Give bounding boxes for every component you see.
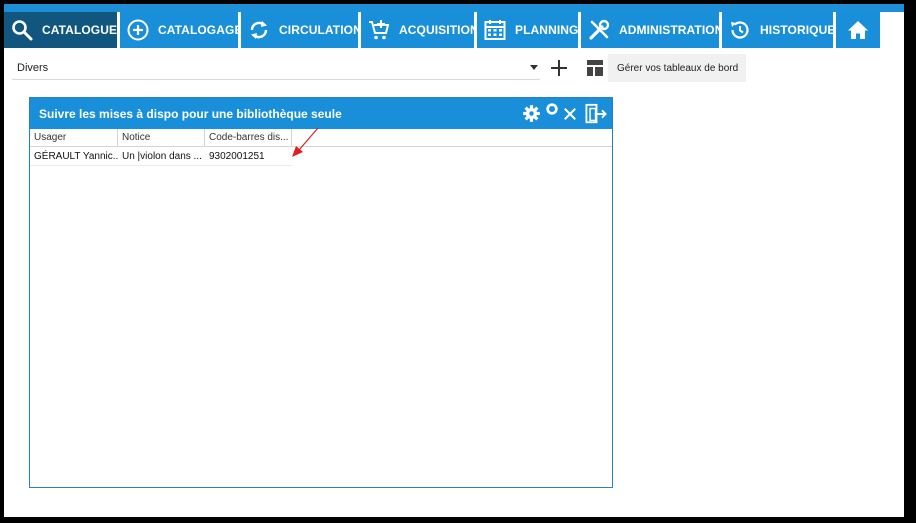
refresh-icon [250, 21, 268, 39]
top-strip [4, 4, 904, 12]
cell-notice: Un |violon dans ... [118, 147, 205, 166]
nav-label: CATALOGUE [42, 23, 118, 37]
nav-label: ADMINISTRATION [619, 23, 724, 37]
nav-administration[interactable]: ADMINISTRATION [581, 12, 723, 48]
plus-circle-icon [127, 19, 149, 41]
nav-label: PLANNING [515, 23, 579, 37]
widget-header: Suivre les mises à dispo pour une biblio… [30, 98, 612, 129]
nav-catalogage[interactable]: CATALOGAGE [120, 12, 242, 48]
grid-header: Usager Notice Code-barres dis... [30, 129, 612, 147]
nav-label: CIRCULATION [279, 23, 362, 37]
tools-icon [589, 19, 610, 40]
column-header-code-barres[interactable]: Code-barres dis... [205, 129, 292, 146]
widget-refresh-button[interactable] [545, 102, 559, 116]
export-icon [585, 103, 607, 123]
nav-circulation[interactable]: CIRCULATION [241, 12, 362, 48]
nav-catalogue[interactable]: CATALOGUE [4, 12, 117, 48]
nav-acquisition[interactable]: ACQUISITION [361, 12, 479, 48]
nav-planning[interactable]: PLANNING [477, 12, 578, 48]
search-icon [12, 20, 33, 41]
calendar-icon [484, 20, 506, 40]
gear-icon [523, 105, 540, 122]
add-dashboard-button[interactable] [547, 56, 571, 80]
widget-header-icons [522, 98, 612, 129]
layout-icon [587, 60, 603, 76]
widget-settings-button[interactable] [522, 104, 541, 123]
circle-badge-icon [546, 102, 558, 115]
main-nav: CATALOGUE CATALOGAGE CIRCULATION ACQUISI… [4, 12, 883, 48]
widget-title: Suivre les mises à dispo pour une biblio… [39, 106, 342, 121]
layout-button[interactable] [583, 56, 607, 80]
cart-icon [369, 20, 390, 40]
cell-usager: GÉRAULT Yannic... [30, 147, 118, 166]
nav-label: HISTORIQUE [760, 23, 836, 37]
column-header-usager[interactable]: Usager [30, 129, 118, 146]
cell-code-barres: 9302001251 [205, 147, 292, 166]
nav-label: CATALOGAGE [158, 23, 243, 37]
chevron-down-icon [530, 65, 538, 70]
nav-historique[interactable]: HISTORIQUE [722, 12, 836, 48]
nav-home[interactable] [836, 12, 880, 48]
table-row[interactable]: GÉRAULT Yannic... Un |violon dans ... 93… [30, 147, 612, 166]
manage-dashboards-label: Gérer vos tableaux de bord [617, 62, 739, 74]
manage-dashboards-button[interactable]: Gérer vos tableaux de bord [608, 54, 746, 82]
widget-close-button[interactable] [561, 105, 579, 123]
dashboard-selected-value: Divers [17, 61, 49, 74]
history-icon [731, 21, 749, 39]
dashboard-select[interactable]: Divers [12, 56, 540, 80]
column-header-notice[interactable]: Notice [118, 129, 205, 146]
nav-label: ACQUISITION [399, 23, 479, 37]
close-icon [564, 107, 576, 120]
plus-icon [551, 60, 567, 76]
widget-export-button[interactable] [584, 103, 609, 125]
dashboard-widget: Suivre les mises à dispo pour une biblio… [29, 97, 613, 488]
app-frame: CATALOGUE CATALOGAGE CIRCULATION ACQUISI… [4, 4, 904, 517]
home-icon [848, 21, 868, 39]
